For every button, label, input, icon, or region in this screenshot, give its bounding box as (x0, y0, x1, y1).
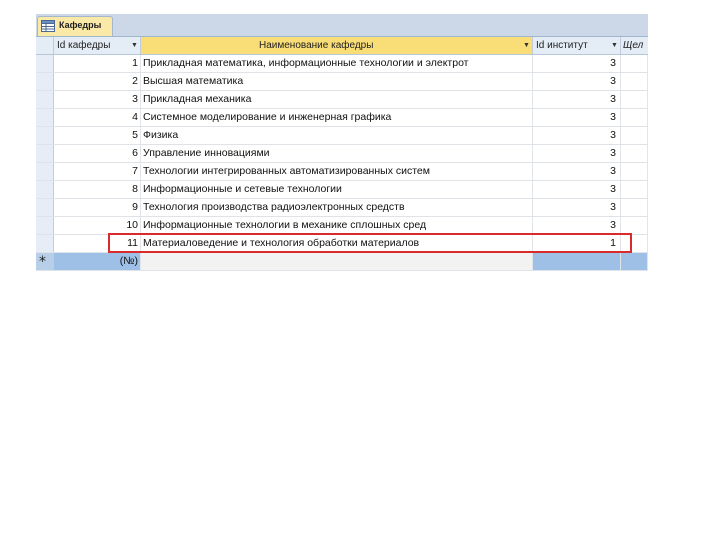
cell-name[interactable]: Информационные и сетевые технологии (141, 181, 533, 198)
cell-id[interactable]: 5 (54, 127, 141, 144)
table-row[interactable]: 3 Прикладная механика 3 (36, 91, 648, 109)
row-selector[interactable] (36, 199, 54, 216)
column-header-institute-label: Id институт (536, 40, 588, 51)
column-header-name[interactable]: Наименование кафедры ▼ (141, 37, 533, 55)
sort-arrow-icon[interactable]: ▼ (131, 37, 138, 54)
row-selector[interactable] (36, 127, 54, 144)
cell-name[interactable]: Высшая математика (141, 73, 533, 90)
cell-institute[interactable]: 3 (533, 91, 621, 108)
cell-id[interactable]: 10 (54, 217, 141, 234)
cell-name[interactable]: Системное моделирование и инженерная гра… (141, 109, 533, 126)
column-header-id-label: Id кафедры (57, 40, 111, 51)
column-header-extra[interactable]: Щел (621, 37, 648, 55)
cell-extra[interactable] (621, 145, 648, 162)
table-row[interactable]: 9 Технология производства радиоэлектронн… (36, 199, 648, 217)
new-record-icon: * (39, 254, 46, 270)
cell-extra[interactable] (621, 55, 648, 72)
cell-id[interactable]: 3 (54, 91, 141, 108)
cell-institute[interactable]: 3 (533, 181, 621, 198)
cell-id[interactable]: 1 (54, 55, 141, 72)
row-selector[interactable] (36, 217, 54, 234)
sort-arrow-icon[interactable]: ▼ (523, 37, 530, 54)
row-selector[interactable] (36, 73, 54, 90)
cell-id[interactable]: 2 (54, 73, 141, 90)
table-row[interactable]: 2 Высшая математика 3 (36, 73, 648, 91)
row-selector[interactable] (36, 91, 54, 108)
cell-extra[interactable] (621, 217, 648, 234)
cell-extra[interactable] (621, 181, 648, 198)
table-row[interactable]: 7 Технологии интегрированных автоматизир… (36, 163, 648, 181)
cell-extra[interactable] (621, 199, 648, 216)
cell-id[interactable]: 4 (54, 109, 141, 126)
table-row[interactable]: 4 Системное моделирование и инженерная г… (36, 109, 648, 127)
cell-extra[interactable] (621, 91, 648, 108)
cell-name[interactable]: Технология производства радиоэлектронных… (141, 199, 533, 216)
column-header-institute[interactable]: Id институт ▼ (533, 37, 621, 55)
cell-institute[interactable]: 3 (533, 73, 621, 90)
cell-name[interactable]: Прикладная математика, информационные те… (141, 55, 533, 72)
tab-label: Кафедры (59, 20, 102, 30)
cell-name[interactable]: Управление инновациями (141, 145, 533, 162)
cell-name[interactable] (141, 253, 533, 270)
table-row[interactable]: 1 Прикладная математика, информационные … (36, 55, 648, 73)
cell-extra[interactable] (621, 109, 648, 126)
cell-name[interactable]: Прикладная механика (141, 91, 533, 108)
cell-institute[interactable]: 3 (533, 145, 621, 162)
sort-arrow-icon[interactable]: ▼ (611, 37, 618, 54)
table-row[interactable]: 5 Физика 3 (36, 127, 648, 145)
cell-institute[interactable]: 3 (533, 109, 621, 126)
cell-institute[interactable]: 3 (533, 217, 621, 234)
column-header-extra-label: Щел (623, 40, 644, 51)
table-row[interactable]: 8 Информационные и сетевые технологии 3 (36, 181, 648, 199)
cell-id[interactable]: 7 (54, 163, 141, 180)
cell-id[interactable]: 9 (54, 199, 141, 216)
row-selector[interactable] (36, 109, 54, 126)
cell-institute[interactable]: 3 (533, 127, 621, 144)
table-icon (41, 20, 55, 32)
cell-extra[interactable] (621, 253, 648, 270)
cell-id-autonumber[interactable]: (№) (54, 253, 141, 270)
cell-extra[interactable] (621, 163, 648, 180)
cell-institute[interactable]: 3 (533, 55, 621, 72)
cell-id[interactable]: 6 (54, 145, 141, 162)
highlight-annotation-box (108, 233, 632, 253)
cell-institute[interactable] (533, 253, 621, 270)
cell-extra[interactable] (621, 127, 648, 144)
table-row[interactable]: 6 Управление инновациями 3 (36, 145, 648, 163)
new-record-row[interactable]: * (№) (36, 253, 648, 271)
cell-name[interactable]: Физика (141, 127, 533, 144)
object-tab-strip: Кафедры (36, 14, 648, 37)
row-selector[interactable]: * (36, 253, 54, 270)
cell-institute[interactable]: 3 (533, 199, 621, 216)
row-selector[interactable] (36, 235, 54, 252)
column-header-name-label: Наименование кафедры (259, 40, 374, 51)
row-selector[interactable] (36, 145, 54, 162)
cell-extra[interactable] (621, 73, 648, 90)
row-selector[interactable] (36, 55, 54, 72)
row-selector[interactable] (36, 181, 54, 198)
select-all-corner[interactable] (36, 37, 54, 55)
cell-institute[interactable]: 3 (533, 163, 621, 180)
cell-name[interactable]: Информационные технологии в механике спл… (141, 217, 533, 234)
cell-name[interactable]: Технологии интегрированных автоматизиров… (141, 163, 533, 180)
column-header-id[interactable]: Id кафедры ▼ (54, 37, 141, 55)
cell-id[interactable]: 8 (54, 181, 141, 198)
row-selector[interactable] (36, 163, 54, 180)
tab-kafedry[interactable]: Кафедры (37, 16, 113, 36)
